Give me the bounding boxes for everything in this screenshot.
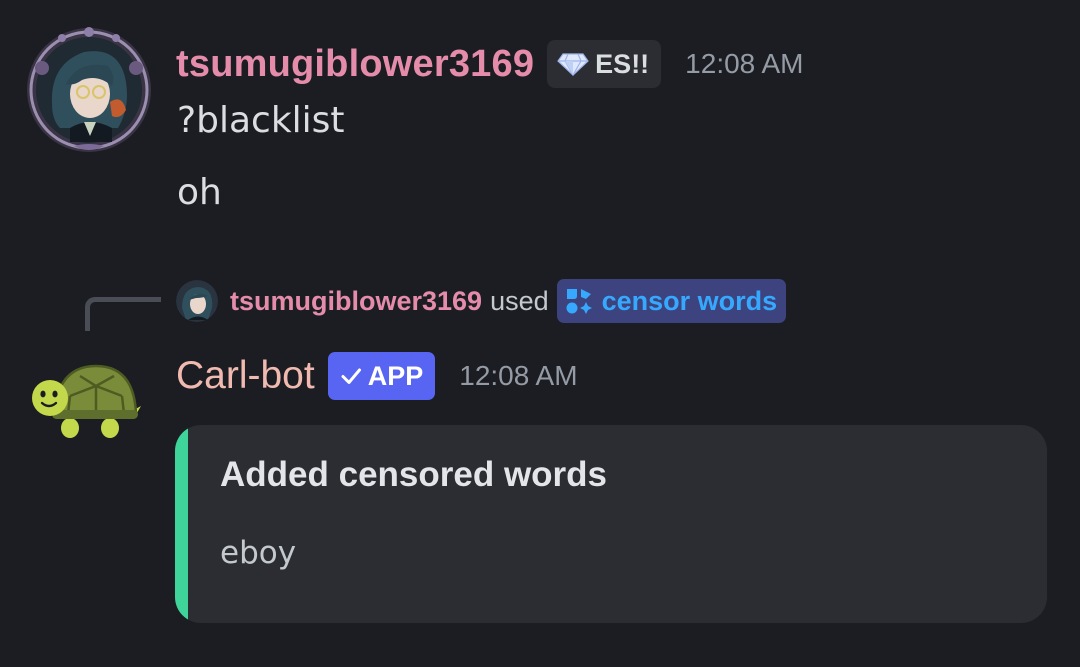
turtle-icon[interactable] (30, 356, 142, 442)
chat-view: tsumugiblower3169 ES!! 12:08 AM ?blackli… (0, 0, 1080, 667)
app-badge-label: APP (367, 360, 424, 391)
interaction-verb: used (490, 285, 549, 316)
timestamp[interactable]: 12:08 AM (685, 48, 803, 80)
username[interactable]: tsumugiblower3169 (176, 43, 534, 86)
embed-accent-bar (175, 425, 188, 623)
guild-tag-label: ES!! (595, 48, 650, 79)
diamond-gem-icon (557, 53, 589, 76)
guild-tag-badge[interactable]: ES!! (547, 40, 662, 88)
user-avatar[interactable] (22, 24, 156, 156)
interaction-reference[interactable]: tsumugiblower3169 used censor words (176, 278, 787, 324)
reply-spine (85, 297, 161, 331)
bot-username[interactable]: Carl-bot (176, 354, 315, 398)
message-header: tsumugiblower3169 ES!! 12:08 AM (176, 38, 803, 90)
embed-title: Added censored words (220, 455, 608, 494)
slash-command-mention[interactable]: censor words (556, 279, 787, 323)
bot-message-header: Carl-bot APP 12:08 AM (176, 350, 578, 402)
message-text: oh (177, 172, 222, 213)
message-text: ?blacklist (177, 100, 345, 141)
slash-command-label: censor words (601, 285, 778, 316)
bot-embed: Added censored words eboy (175, 425, 1047, 623)
user-mini-avatar[interactable] (176, 280, 218, 322)
app-badge: APP (327, 352, 436, 400)
embed-description: eboy (220, 535, 297, 571)
check-icon (341, 368, 361, 384)
interaction-username[interactable]: tsumugiblower3169 (230, 286, 482, 317)
timestamp[interactable]: 12:08 AM (459, 360, 577, 392)
slash-command-icon (566, 289, 592, 314)
